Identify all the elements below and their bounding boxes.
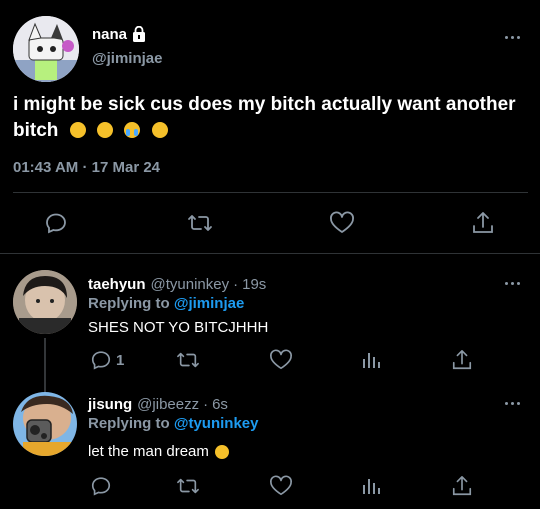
display-name-text: nana bbox=[92, 26, 128, 43]
lock-icon bbox=[131, 26, 147, 43]
reply-icon[interactable] bbox=[90, 475, 112, 497]
replying-to-link[interactable]: @tyuninkey bbox=[174, 415, 259, 432]
thread-line bbox=[44, 338, 46, 394]
handle[interactable]: @jiminjae bbox=[92, 50, 162, 67]
tweet-timestamp[interactable]: 01:43 AM · 17 Mar 24 bbox=[13, 159, 160, 176]
more-options-icon[interactable] bbox=[505, 402, 520, 405]
like-icon[interactable] bbox=[269, 475, 293, 497]
display-name[interactable]: nana bbox=[92, 26, 147, 43]
separator-dot: · bbox=[203, 396, 209, 413]
replying-to: Replying to @jiminjae bbox=[88, 295, 244, 312]
like-icon[interactable] bbox=[329, 211, 355, 235]
reply-handle[interactable]: @jibeezz bbox=[137, 396, 199, 413]
reply-time[interactable]: 19s bbox=[242, 276, 266, 293]
pensive-emoji-icon bbox=[214, 444, 229, 459]
share-icon[interactable] bbox=[471, 210, 495, 236]
replying-to-link[interactable]: @jiminjae bbox=[174, 295, 244, 312]
slightly-smiling-emoji-icon bbox=[151, 122, 168, 138]
avatar[interactable] bbox=[13, 392, 77, 456]
disappointed-emoji-icon bbox=[96, 122, 113, 138]
pensive-emoji-icon bbox=[69, 122, 86, 138]
reply-text-content: let the man dream bbox=[88, 443, 209, 460]
reply-text: SHES NOT YO BITCJHHH bbox=[88, 319, 269, 336]
retweet-icon[interactable] bbox=[176, 349, 200, 371]
reply-text: let the man dream bbox=[88, 443, 229, 460]
like-icon[interactable] bbox=[269, 349, 293, 371]
reply-handle[interactable]: @tyuninkey bbox=[151, 276, 230, 293]
reply-display-name[interactable]: taehyun bbox=[88, 276, 146, 293]
reply-time[interactable]: 6s bbox=[212, 396, 228, 413]
reply-header: jisung @jibeezz · 6s bbox=[88, 396, 228, 413]
more-options-icon[interactable] bbox=[505, 36, 520, 39]
reply-icon[interactable] bbox=[44, 211, 68, 235]
more-options-icon[interactable] bbox=[505, 282, 520, 285]
divider bbox=[0, 253, 540, 254]
analytics-icon[interactable] bbox=[361, 476, 381, 496]
divider bbox=[13, 192, 528, 193]
separator-dot: · bbox=[233, 276, 239, 293]
avatar[interactable] bbox=[13, 16, 79, 82]
loudly-crying-emoji-icon bbox=[124, 122, 141, 138]
tweet-text: i might be sick cus does my bitch actual… bbox=[13, 92, 528, 144]
share-icon[interactable] bbox=[451, 348, 473, 372]
retweet-icon[interactable] bbox=[187, 211, 213, 235]
reply-header: taehyun @tyuninkey · 19s bbox=[88, 276, 266, 293]
tweet-text-content: i might be sick cus does my bitch actual… bbox=[13, 94, 516, 141]
avatar[interactable] bbox=[13, 270, 77, 334]
replying-to-prefix: Replying to bbox=[88, 415, 170, 432]
retweet-icon[interactable] bbox=[176, 475, 200, 497]
reply-count: 1 bbox=[116, 351, 125, 369]
share-icon[interactable] bbox=[451, 474, 473, 498]
reply-icon bbox=[90, 349, 112, 371]
reply-action[interactable]: 1 bbox=[90, 349, 124, 371]
analytics-icon[interactable] bbox=[361, 350, 381, 370]
reply-display-name[interactable]: jisung bbox=[88, 396, 132, 413]
replying-to-prefix: Replying to bbox=[88, 295, 170, 312]
replying-to: Replying to @tyuninkey bbox=[88, 415, 259, 432]
